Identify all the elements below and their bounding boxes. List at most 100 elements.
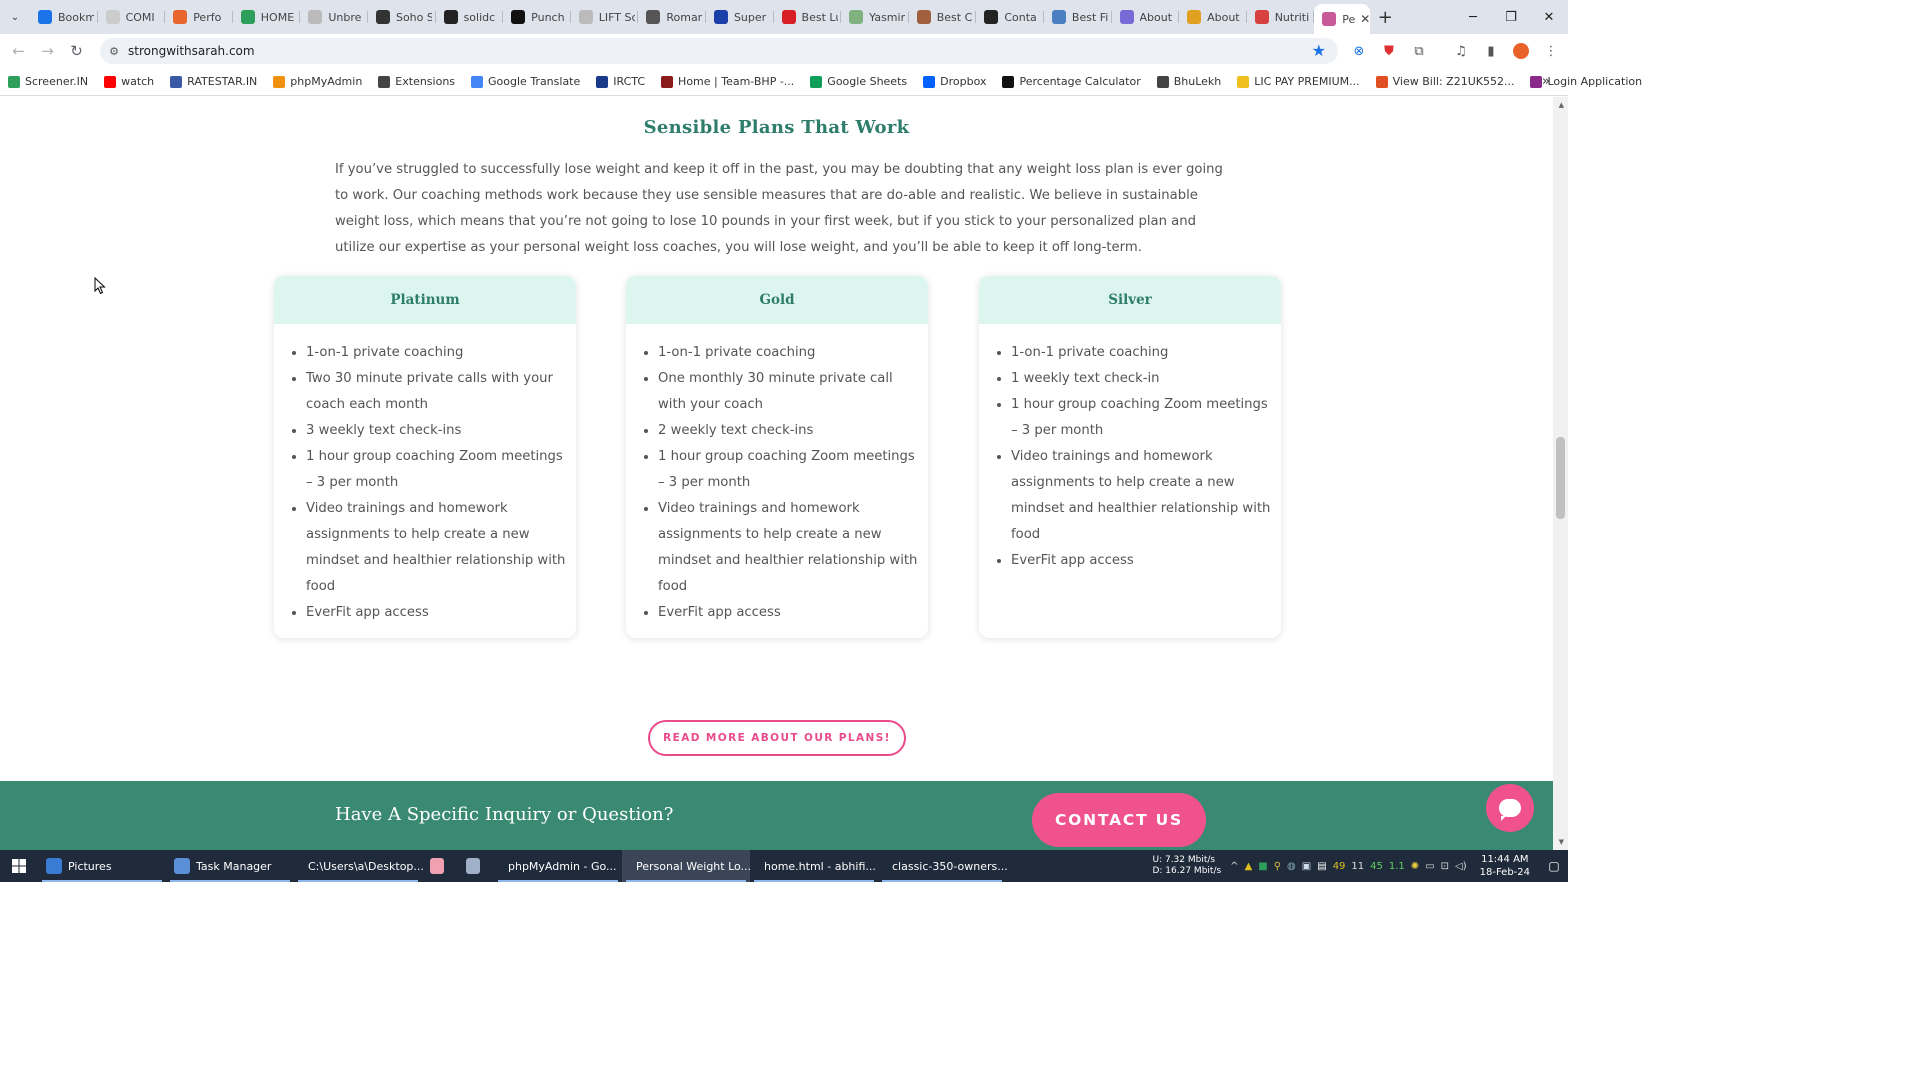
bookmark-item[interactable]: Dropbox	[923, 75, 986, 88]
plan-feature: 1 hour group coaching Zoom meetings – 3 …	[306, 444, 568, 496]
volume-icon[interactable]: ◁)	[1455, 861, 1467, 872]
taskbar-app[interactable]: C:\Users\a\Desktop...	[294, 850, 424, 882]
bookmark-item[interactable]: Google Translate	[471, 75, 580, 88]
taskbar-app[interactable]	[458, 850, 494, 882]
page-icon	[308, 10, 323, 24]
tray-globe-icon[interactable]: ◍	[1287, 861, 1296, 872]
extension-icon[interactable]: ⊗	[1344, 34, 1374, 68]
browser-tab[interactable]: Perfo	[165, 4, 233, 30]
taskbar-app[interactable]: Task Manager	[166, 850, 294, 882]
extensions-puzzle-icon[interactable]: ⧉	[1404, 34, 1434, 68]
bill-icon	[1375, 75, 1388, 88]
bookmark-star-icon[interactable]: ★	[1312, 41, 1326, 60]
bookmark-item[interactable]: Google Sheets	[810, 75, 907, 88]
browser-tab[interactable]: Conta	[976, 4, 1044, 30]
bookmark-item[interactable]: Screener.IN	[8, 75, 88, 88]
browser-tab[interactable]: About	[1179, 4, 1247, 30]
plan-feature: Video trainings and homework assignments…	[1011, 444, 1273, 548]
close-window-button[interactable]: ✕	[1530, 0, 1568, 34]
taskbar-app[interactable]: phpMyAdmin - Go...	[494, 850, 622, 882]
browser-tab[interactable]: Soho S	[368, 4, 436, 30]
tab-title: Unbre	[328, 10, 362, 24]
bookmark-item[interactable]: IRCTC	[596, 75, 645, 88]
windows-start-icon[interactable]	[0, 850, 38, 882]
browser-tab[interactable]: Nutriti	[1247, 4, 1315, 30]
browser-tab[interactable]: Bookm	[30, 4, 98, 30]
address-bar[interactable]: ⚙ strongwithsarah.com ★	[100, 38, 1338, 64]
bookmarks-bar: Screener.IN watch RATESTAR.IN phpMyAdmin Ext…	[0, 68, 1642, 96]
minimize-button[interactable]: ─	[1454, 0, 1492, 34]
back-icon[interactable]: ←	[4, 34, 33, 68]
url-text[interactable]: strongwithsarah.com	[128, 44, 255, 58]
profile-avatar[interactable]	[1506, 34, 1536, 68]
browser-tab[interactable]: Best C	[909, 4, 977, 30]
restore-button[interactable]: ❐	[1492, 0, 1530, 34]
contact-us-button[interactable]: CONTACT US	[1032, 793, 1206, 847]
browser-tab[interactable]: LIFT Sc	[571, 4, 639, 30]
tray-search-icon[interactable]: ⚲	[1274, 861, 1281, 872]
dropbox-icon	[923, 75, 936, 88]
tab-search-icon[interactable]: ⌄	[0, 0, 30, 34]
shield-extension-icon[interactable]: ⛊	[1374, 34, 1404, 68]
browser-tab[interactable]: HOME	[233, 4, 301, 30]
browser-tab[interactable]: Best Fi	[1044, 4, 1112, 30]
browser-tab[interactable]: COMI	[98, 4, 166, 30]
bookmark-item[interactable]: watch	[104, 75, 154, 88]
browser-tab[interactable]: Yasmin	[841, 4, 909, 30]
bookmark-item[interactable]: View Bill: Z21UK552...	[1375, 75, 1514, 88]
taskbar-app[interactable]: home.html - abhifi...	[750, 850, 878, 882]
show-hidden-icons-chevron-icon[interactable]: ^	[1230, 861, 1238, 872]
browser-tab[interactable]: solidc	[436, 4, 504, 30]
plan-feature: Two 30 minute private calls with your co…	[306, 366, 568, 418]
read-more-plans-button[interactable]: READ MORE ABOUT OUR PLANS!	[648, 720, 906, 756]
taskbar-app[interactable]: classic-350-owners...	[878, 850, 1008, 882]
browser-tab[interactable]: Unbre	[300, 4, 368, 30]
tray-app-icon[interactable]: ▲	[1245, 861, 1253, 872]
more-bookmarks-icon[interactable]: »	[1542, 74, 1550, 89]
site-info-icon[interactable]: ⚙	[100, 45, 128, 58]
browser-tab[interactable]: About	[1112, 4, 1180, 30]
browser-tab[interactable]: Punch	[503, 4, 571, 30]
system-clock[interactable]: 11:44 AM 18-Feb-24	[1480, 853, 1530, 879]
scroll-up-arrow-icon[interactable]: ▲	[1559, 101, 1564, 109]
bookmark-item[interactable]: Home | Team-BHP -...	[661, 75, 794, 88]
page-scrollbar[interactable]: ▲ ▼	[1553, 97, 1568, 850]
tray-sheet-icon[interactable]: ■	[1258, 861, 1267, 872]
plan-feature-list: 1-on-1 private coaching1 weekly text che…	[979, 324, 1281, 574]
browser-tab[interactable]: Pe ✕	[1314, 4, 1371, 34]
browser-tab[interactable]: Roman	[638, 4, 706, 30]
taskbar-app[interactable]: Personal Weight Lo...	[622, 850, 751, 882]
tray-calendar-icon[interactable]: ▣	[1302, 861, 1311, 872]
login-icon	[1530, 75, 1543, 88]
bookmark-item[interactable]: Percentage Calculator	[1002, 75, 1141, 88]
battery-icon[interactable]: ▭	[1425, 861, 1434, 872]
bookmark-item[interactable]: Extensions	[378, 75, 455, 88]
new-tab-button[interactable]: +	[1370, 0, 1400, 34]
side-panel-icon[interactable]: ▮	[1476, 34, 1506, 68]
network-icon[interactable]: ⊡	[1441, 861, 1449, 872]
tray-date-icon[interactable]: ▤	[1317, 861, 1326, 872]
browser-tab[interactable]: Super	[706, 4, 774, 30]
taskbar-app[interactable]: Pictures	[38, 850, 166, 882]
bookmark-label: phpMyAdmin	[290, 75, 363, 88]
plan-card-platinum: Platinum 1-on-1 private coachingTwo 30 m…	[274, 276, 576, 638]
menu-kebab-icon[interactable]: ⋮	[1536, 34, 1566, 68]
bookmark-item[interactable]: BhuLekh	[1156, 75, 1221, 88]
scroll-down-arrow-icon[interactable]: ▼	[1559, 838, 1564, 846]
taskbar-app-label: home.html - abhifi...	[764, 859, 876, 873]
forward-icon[interactable]: →	[33, 34, 62, 68]
reload-icon[interactable]: ↻	[62, 34, 91, 68]
taskbar-app[interactable]	[422, 850, 458, 882]
bookmark-item[interactable]: phpMyAdmin	[273, 75, 362, 88]
notification-center-icon[interactable]: ▢	[1540, 859, 1568, 873]
bookmark-item[interactable]: LIC PAY PREMIUM...	[1237, 75, 1360, 88]
bookmark-item[interactable]: RATESTAR.IN	[170, 75, 257, 88]
scrollbar-thumb[interactable]	[1556, 437, 1565, 519]
close-tab-icon[interactable]: ✕	[1360, 12, 1370, 26]
browser-tab[interactable]: Best Lu	[774, 4, 842, 30]
chat-widget-button[interactable]	[1486, 784, 1534, 832]
media-control-icon[interactable]: ♫	[1446, 34, 1476, 68]
tray-weather-icon[interactable]: ✺	[1411, 861, 1419, 872]
star-logo-icon	[170, 75, 183, 88]
plan-card-silver: Silver 1-on-1 private coaching1 weekly t…	[979, 276, 1281, 638]
